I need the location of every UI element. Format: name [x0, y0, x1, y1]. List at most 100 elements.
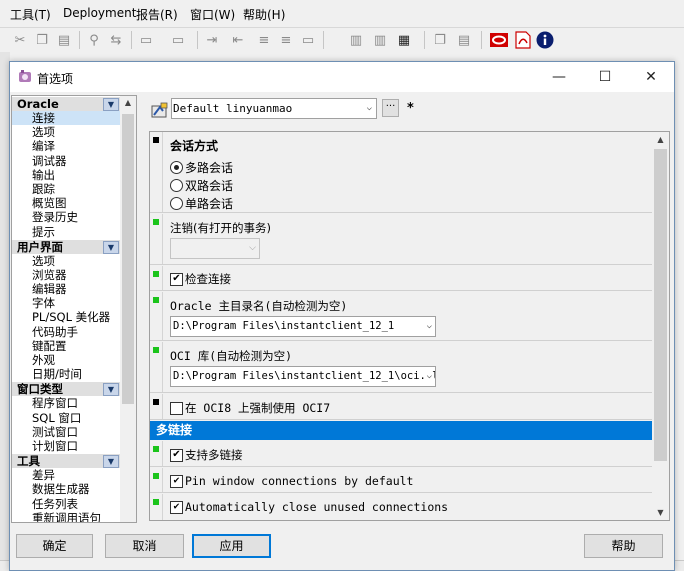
chevron-down-icon[interactable]: ▼ — [103, 383, 119, 397]
support-multi-connection-option[interactable]: ✔ 支持多链接 — [170, 447, 243, 463]
tree-item-diff[interactable]: 差异 — [12, 468, 120, 482]
tree-item-recall-statement[interactable]: 重新调用语句 — [12, 511, 120, 522]
maximize-button[interactable]: ☐ — [582, 62, 628, 92]
auto-close-option[interactable]: ✔ Automatically close unused connections — [170, 499, 448, 515]
cancel-button[interactable]: 取消 — [105, 534, 184, 558]
tree-item-trace[interactable]: 跟踪 — [12, 182, 120, 196]
pin-window-option[interactable]: ✔ Pin window connections by default — [170, 473, 413, 489]
ok-button[interactable]: 确定 — [16, 534, 93, 558]
tree-item-editor[interactable]: 编辑器 — [12, 282, 120, 296]
chevron-down-icon[interactable]: ▼ — [103, 455, 119, 469]
radio-multi-session[interactable]: 多路会话 — [170, 159, 233, 175]
checkbox-unchecked[interactable] — [170, 401, 183, 415]
menu-window[interactable]: 窗口(W) — [190, 6, 235, 23]
lowercase-icon[interactable]: ▥ — [346, 30, 366, 50]
chevron-down-icon[interactable]: ▼ — [103, 98, 119, 111]
scrollbar-thumb[interactable] — [122, 114, 134, 404]
tree-item-connection[interactable]: 连接 — [12, 111, 120, 126]
tree-item-options[interactable]: 选项 — [12, 125, 120, 139]
tree-item-fonts[interactable]: 字体 — [12, 296, 120, 310]
uppercase-icon[interactable]: ▭ — [298, 30, 318, 50]
profile-dropdown[interactable]: Default linyuanmao ⌵ — [171, 98, 377, 119]
tree-item-date-time[interactable]: 日期/时间 — [12, 367, 120, 381]
tree-category-window-types[interactable]: 窗口类型 ▼ — [12, 381, 120, 397]
new-file-icon[interactable]: ▭ — [136, 30, 156, 50]
check-connection-section: ✔ 检查连接 — [150, 266, 652, 291]
scrollbar-thumb[interactable] — [654, 149, 667, 461]
tree-item-logon-history[interactable]: 登录历史 — [12, 210, 120, 224]
comment-icon[interactable]: ≡ — [254, 30, 274, 50]
tree-item-browser[interactable]: 浏览器 — [12, 268, 120, 282]
menu-tools[interactable]: 工具(T) — [10, 6, 51, 23]
tree-item-sql-window[interactable]: SQL 窗口 — [12, 411, 120, 425]
tree-item-code-assistant[interactable]: 代码助手 — [12, 325, 120, 339]
tree-item-compile[interactable]: 编译 — [12, 139, 120, 153]
checkbox-checked[interactable]: ✔ — [170, 474, 183, 488]
close-button[interactable]: ✕ — [628, 62, 674, 92]
multi-connection-header: 多链接 — [150, 421, 652, 440]
apply-button[interactable]: 应用 — [192, 534, 271, 558]
tree-item-ui-options[interactable]: 选项 — [12, 254, 120, 268]
menu-help[interactable]: 帮助(H) — [243, 6, 285, 23]
tree-item-key-config[interactable]: 键配置 — [12, 339, 120, 353]
radio-dual-session[interactable]: 双路会话 — [170, 177, 233, 193]
oci-library-dropdown[interactable]: D:\Program Files\instantclient_12_1\oci.… — [170, 366, 436, 387]
help-button[interactable]: 帮助 — [584, 534, 663, 558]
tree-item-profiler[interactable]: 概览图 — [12, 196, 120, 210]
tree-item-test-window[interactable]: 测试窗口 — [12, 425, 120, 439]
divider — [162, 342, 163, 392]
menu-reports[interactable]: 报告(R) — [136, 6, 178, 23]
radio-button[interactable] — [170, 196, 183, 210]
tree-item-beautifier[interactable]: PL/SQL 美化器 — [12, 310, 120, 324]
replace-icon[interactable]: ⇆ — [106, 30, 126, 50]
cascade-icon[interactable]: ▤ — [454, 30, 474, 50]
pdf-icon[interactable] — [513, 30, 533, 50]
tree-category-tools[interactable]: 工具 ▼ — [12, 453, 120, 469]
chevron-down-icon[interactable]: ▼ — [103, 240, 119, 254]
outdent-icon[interactable]: ⇤ — [228, 30, 248, 50]
chevron-down-icon: ⌵ — [424, 367, 432, 386]
tree-category-user-interface[interactable]: 用户界面 ▼ — [12, 238, 120, 254]
paste-icon[interactable]: ▤ — [54, 30, 74, 50]
cut-icon[interactable]: ✂ — [10, 30, 30, 50]
checkbox-checked[interactable]: ✔ — [170, 272, 183, 286]
window-list-icon[interactable]: ▥ — [370, 30, 390, 50]
radio-button[interactable] — [170, 178, 183, 192]
dialog-titlebar[interactable]: 首选项 — ☐ ✕ — [10, 62, 674, 92]
tree-item-output[interactable]: 输出 — [12, 168, 120, 182]
session-mode-title: 会话方式 — [170, 139, 219, 153]
tree-item-program-window[interactable]: 程序窗口 — [12, 396, 120, 410]
tile-icon[interactable]: ❐ — [430, 30, 450, 50]
tree-item-data-generator[interactable]: 数据生成器 — [12, 482, 120, 496]
tree-item-hints[interactable]: 提示 — [12, 225, 120, 239]
uncomment-icon[interactable]: ≡ — [276, 30, 296, 50]
minimize-button[interactable]: — — [536, 62, 582, 92]
tree-item-plan-window[interactable]: 计划窗口 — [12, 439, 120, 453]
scroll-up-icon[interactable]: ▲ — [120, 98, 136, 107]
info-icon[interactable] — [535, 30, 555, 50]
toolbar-separator — [481, 31, 482, 49]
checkbox-checked[interactable]: ✔ — [170, 448, 183, 462]
checkbox-checked[interactable]: ✔ — [170, 500, 183, 514]
tree-item-debugger[interactable]: 调试器 — [12, 154, 120, 168]
indent-icon[interactable]: ⇥ — [202, 30, 222, 50]
options-scrollbar[interactable]: ▲ ▼ — [652, 132, 669, 520]
check-connection-option[interactable]: ✔ 检查连接 — [170, 271, 231, 287]
scroll-down-icon[interactable]: ▼ — [652, 508, 669, 517]
oracle-icon[interactable] — [489, 30, 509, 50]
force-oci7-option[interactable]: 在 OCI8 上强制使用 OCI7 — [170, 400, 330, 416]
open-file-icon[interactable]: ▭ — [168, 30, 188, 50]
radio-single-session[interactable]: 单路会话 — [170, 195, 233, 211]
menu-deployment[interactable]: Deployment — [63, 6, 136, 20]
find-icon[interactable]: ⚲ — [84, 30, 104, 50]
radio-button[interactable] — [170, 160, 183, 174]
scroll-up-icon[interactable]: ▲ — [652, 135, 669, 144]
profile-more-button[interactable]: ··· — [382, 99, 399, 117]
sql-window-icon[interactable]: ▦ — [394, 30, 414, 50]
tree-item-appearance[interactable]: 外观 — [12, 353, 120, 367]
tree-item-task-list[interactable]: 任务列表 — [12, 497, 120, 511]
copy-icon[interactable]: ❐ — [32, 30, 52, 50]
tree-scrollbar[interactable]: ▲ — [120, 96, 136, 522]
tree-category-oracle[interactable]: Oracle ▼ — [12, 96, 120, 111]
oracle-home-dropdown[interactable]: D:\Program Files\instantclient_12_1 ⌵ — [170, 316, 436, 337]
